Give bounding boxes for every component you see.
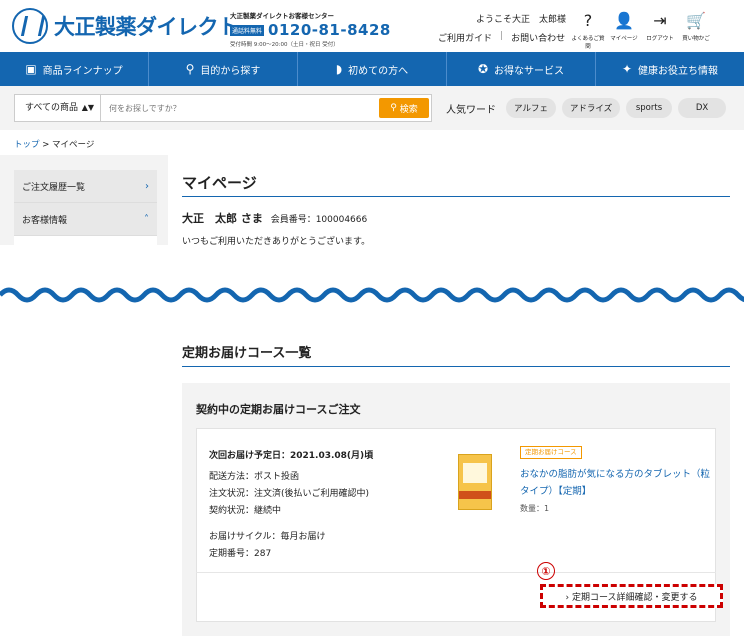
title-underline: [182, 196, 730, 197]
mypage-panel: [168, 155, 744, 245]
nav-item-beginners[interactable]: ◗ 初めての方へ: [298, 52, 447, 86]
member-name: 大正 太郎 さま: [182, 212, 263, 225]
course-list-title: 定期お届けコース一覧: [182, 346, 312, 361]
cart-button[interactable]: 🛒 買い物かご: [678, 12, 714, 50]
faq-button[interactable]: ? よくあるご質問: [570, 11, 606, 51]
customer-center: 大正製薬ダイレクトお客様センター 通話料無料 0120-81-8428 受付時間…: [230, 10, 391, 48]
logout-label: ログアウト: [646, 36, 674, 42]
thanks-message: いつもご利用いただきありがとうございます。: [182, 237, 371, 247]
chevron-right-icon: ›: [145, 180, 149, 192]
search-icon: ⚲: [185, 62, 195, 76]
beginner-mark-icon: ◗: [335, 62, 343, 76]
guide-link[interactable]: ご利用ガイド: [438, 31, 492, 44]
search-box: すべての商品 ▲▼ ⚲ 検索: [14, 94, 432, 122]
keyword-chip[interactable]: アドライズ: [562, 98, 620, 118]
tel-label: 大正製薬ダイレクトお客様センター: [230, 12, 334, 20]
sidebar-item-customer-info[interactable]: お客様情報 ˄: [14, 203, 157, 236]
category-select[interactable]: すべての商品 ▲▼: [15, 95, 101, 121]
category-value: すべての商品: [25, 103, 79, 113]
user-icon: 👤: [614, 11, 634, 30]
page-title: マイページ: [182, 174, 257, 192]
sidebar-item-label: お客様情報: [22, 215, 68, 226]
tel-number[interactable]: 0120-81-8428: [268, 21, 391, 39]
product-image[interactable]: [458, 454, 492, 510]
logout-button[interactable]: ⇥ ログアウト: [642, 12, 678, 50]
breadcrumb-current: マイページ: [52, 140, 95, 150]
search-button[interactable]: ⚲ 検索: [379, 98, 429, 118]
search-button-label: 検索: [399, 104, 418, 115]
global-nav: ▣ 商品ラインナップ ⚲ 目的から探す ◗ 初めての方へ ✪ お得なサービス ✦…: [0, 52, 744, 86]
product-quantity: 数量：1: [520, 504, 550, 513]
keyword-chip[interactable]: アルフェ: [506, 98, 556, 118]
select-arrows-icon: ▲▼: [81, 103, 94, 112]
sidebar-item-order-history[interactable]: ご注文履歴一覧 ›: [14, 170, 157, 203]
member-number: 会員番号：100004666: [270, 215, 368, 225]
wave-divider: [0, 287, 744, 303]
nav-label: 初めての方へ: [348, 65, 409, 77]
nav-item-products[interactable]: ▣ 商品ラインナップ: [0, 52, 149, 86]
product-name-link[interactable]: おなかの脂肪が気になる方のタブレット（粒タイプ）【定期】: [520, 466, 710, 500]
order-status: 注文状況：注文済(後払いご利用確認中): [209, 489, 370, 499]
logout-icon: ⇥: [653, 11, 667, 30]
welcome-text: ようこそ大正 太郎様: [476, 15, 567, 25]
panel-title: 契約中の定期お届けコースご注文: [196, 403, 361, 416]
delivery-method: 配送方法：ポスト投函: [209, 472, 300, 482]
mypage-button[interactable]: 👤 マイページ: [606, 12, 642, 50]
nav-item-purpose[interactable]: ⚲ 目的から探す: [149, 52, 298, 86]
breadcrumb-home[interactable]: トップ: [14, 140, 40, 150]
nav-item-health-info[interactable]: ✦ 健康お役立ち情報: [596, 52, 744, 86]
member-info: 大正 太郎 さま 会員番号：100004666: [182, 210, 367, 226]
card-divider: [196, 572, 716, 573]
nav-label: お得なサービス: [494, 65, 565, 77]
site-header: 大正製薬ダイレクト 大正製薬ダイレクトお客様センター 通話料無料 0120-81…: [0, 0, 744, 52]
next-delivery-date: 次回お届け予定日：2021.03.08(月)頃: [209, 451, 374, 461]
contact-link[interactable]: お問い合わせ: [511, 31, 565, 44]
course-number: 定期番号：287: [209, 549, 272, 559]
faq-label: よくあるご質問: [571, 36, 605, 50]
link-separator: |: [500, 31, 504, 41]
keyword-chip[interactable]: sports: [626, 98, 672, 118]
mypage-label: マイページ: [610, 36, 638, 42]
course-detail-link[interactable]: › 定期コース詳細確認・変更する: [540, 584, 723, 608]
sparkle-icon: ✦: [621, 62, 633, 76]
delivery-cycle: お届けサイクル：毎月お届け: [209, 532, 326, 542]
keyword-chip[interactable]: DX: [678, 98, 726, 118]
nav-label: 目的から探す: [200, 65, 261, 77]
logo-text: 大正製薬ダイレクト: [54, 15, 239, 39]
free-dial-icon: 通話料無料: [230, 24, 265, 36]
help-icon: ?: [583, 11, 593, 30]
sidebar-menu: ご注文履歴一覧 › お客様情報 ˄: [14, 170, 157, 245]
medal-icon: ✪: [477, 62, 489, 76]
nav-label: 健康お役立ち情報: [638, 65, 719, 77]
chevron-up-icon: ˄: [144, 213, 149, 225]
nav-item-services[interactable]: ✪ お得なサービス: [447, 52, 596, 86]
cart-label: 買い物かご: [682, 36, 710, 42]
title-underline: [182, 366, 730, 367]
search-input[interactable]: [109, 100, 369, 116]
bottle-icon: ▣: [25, 62, 37, 76]
eagle-logo-icon: [12, 8, 48, 44]
course-badge: 定期お届けコース: [520, 446, 582, 459]
breadcrumb-separator: >: [42, 140, 50, 150]
contract-status: 契約状況：継続中: [209, 506, 282, 516]
site-logo[interactable]: 大正製薬ダイレクト: [12, 8, 239, 44]
sidebar-item-label: ご注文履歴一覧: [22, 182, 86, 193]
tel-hours: 受付時間 9:00〜20:00（土日・祝日 受付）: [230, 42, 339, 48]
popular-keywords-label: 人気ワード: [446, 105, 496, 116]
nav-label: 商品ラインナップ: [42, 65, 123, 77]
cart-icon: 🛒: [686, 11, 706, 30]
annotation-marker: ①: [537, 562, 555, 580]
breadcrumb: トップ > マイページ: [14, 138, 94, 150]
search-icon: ⚲: [390, 103, 397, 113]
